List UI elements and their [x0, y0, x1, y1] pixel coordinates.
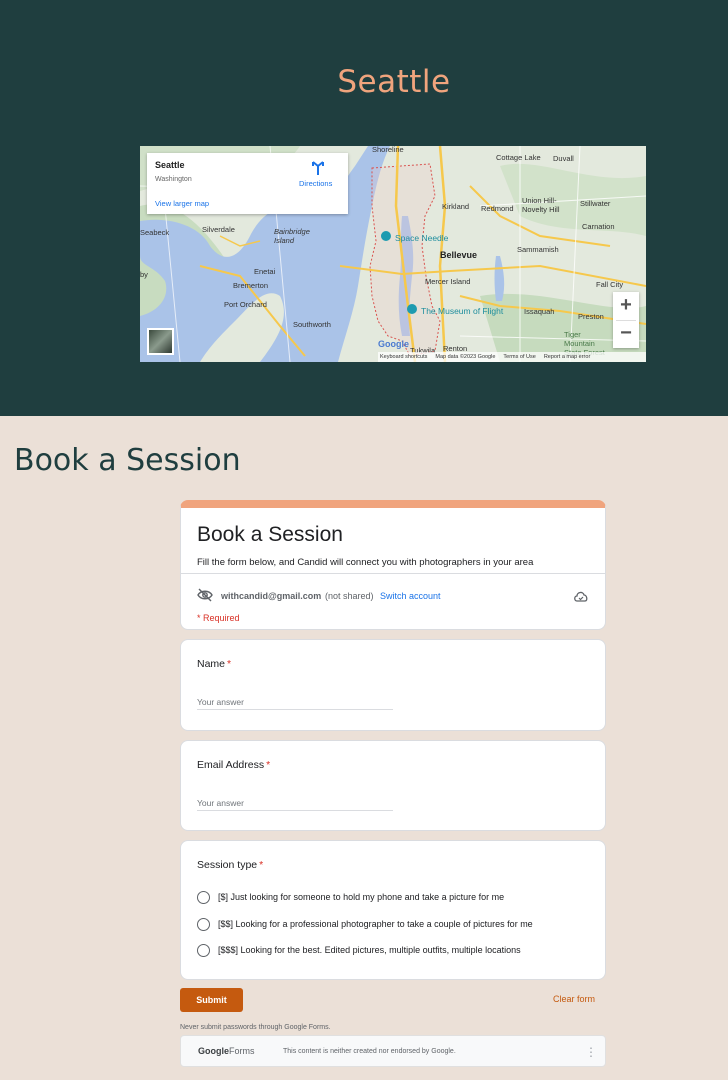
required-note: * Required [197, 613, 240, 623]
city-title: Seattle [337, 64, 451, 100]
map-data-text: Map data ©2023 Google [435, 354, 496, 360]
question-title: Email Address * [197, 759, 270, 771]
map-label: Bellevue [440, 250, 478, 260]
question-card-session-type: Session type * [$] Just looking for someo… [180, 840, 606, 980]
map-label: Duvall [553, 154, 574, 163]
not-shared-text: (not shared) [325, 591, 374, 601]
map-label: Mercer Island [425, 277, 471, 286]
question-label: Session type [197, 859, 258, 871]
map-label: Stillwater [580, 199, 611, 208]
cloud-saved-icon [574, 591, 588, 602]
clear-form-button[interactable]: Clear form [553, 994, 595, 1004]
form-header-card: Book a Session Fill the form below, and … [180, 500, 606, 630]
divider [181, 573, 605, 574]
map-footer: Keyboard shortcuts Map data ©2023 Google… [378, 352, 646, 362]
eye-off-icon [197, 588, 213, 602]
map-label: by [140, 270, 148, 279]
email-input[interactable] [197, 795, 393, 811]
radio-option[interactable]: [$$] Looking for a professional photogra… [197, 917, 533, 931]
map-label: Bremerton [233, 281, 269, 290]
disclaimer-text: This content is neither created nor endo… [283, 1048, 456, 1055]
more-options-icon[interactable]: ⋮ [585, 1044, 597, 1060]
directions-link[interactable]: Directions [299, 179, 332, 188]
question-label: Email Address [197, 759, 265, 771]
section-heading: Book a Session [14, 443, 241, 478]
map-label: Seabeck [140, 228, 170, 237]
report-error-link[interactable]: Report a map error [544, 354, 590, 360]
view-larger-map-link[interactable]: View larger map [155, 199, 209, 208]
map-label: Preston [578, 312, 604, 321]
map-label: Cottage Lake [496, 153, 541, 162]
google-logo: Google [378, 339, 409, 349]
hero-section: Seattle Shoreline Cottage Lake Duvall Ki… [0, 0, 728, 416]
directions-icon[interactable] [310, 160, 326, 176]
map-label: Port Orchard [224, 300, 267, 309]
radio-option-label[interactable]: [$] Just looking for someone to hold my … [218, 892, 504, 902]
question-label: Name [197, 658, 226, 670]
required-star: * [227, 658, 232, 670]
radio-button[interactable] [197, 943, 210, 957]
account-row: withcandid@gmail.com (not shared) Switch… [197, 588, 589, 603]
map-place-card: Seattle Washington View larger map Direc… [147, 153, 348, 214]
google-forms-logo[interactable]: GoogleForms [198, 1046, 255, 1056]
name-input[interactable] [197, 694, 393, 710]
map-label: Union Hill-Novelty Hill [522, 196, 560, 214]
radio-button[interactable] [197, 890, 210, 904]
map-label: Carnation [582, 222, 615, 231]
map-label: Silverdale [202, 225, 235, 234]
map-label: Issaquah [524, 307, 555, 316]
forms-footer: GoogleForms This content is neither crea… [180, 1035, 606, 1067]
map-label: Southworth [293, 320, 331, 329]
form-description: Fill the form below, and Candid will con… [197, 557, 534, 568]
question-title: Name * [197, 658, 231, 670]
map-poi-label[interactable]: The Museum of Flight [421, 306, 503, 316]
map-label: Kirkland [442, 202, 470, 211]
question-card-email: Email Address * [180, 740, 606, 831]
map-label: Fall City [596, 280, 624, 289]
password-warning: Never submit passwords through Google Fo… [180, 1024, 331, 1031]
zoom-out-button[interactable]: − [613, 320, 639, 348]
place-region: Washington [155, 176, 192, 183]
radio-option[interactable]: [$] Just looking for someone to hold my … [197, 890, 504, 904]
logo-google-text: Google [198, 1046, 229, 1056]
submit-button[interactable]: Submit [180, 988, 243, 1012]
keyboard-shortcuts-link[interactable]: Keyboard shortcuts [380, 354, 427, 360]
map-label: Enetai [254, 267, 276, 276]
question-card-name: Name * [180, 639, 606, 731]
map-label: Redmond [481, 204, 514, 213]
account-email: withcandid@gmail.com [221, 591, 322, 601]
satellite-toggle[interactable] [147, 328, 174, 355]
radio-option[interactable]: [$$$] Looking for the best. Edited pictu… [197, 943, 521, 957]
radio-option-label[interactable]: [$$] Looking for a professional photogra… [218, 919, 533, 929]
question-title: Session type * [197, 859, 263, 871]
zoom-in-button[interactable]: + [613, 292, 639, 320]
map-poi-label[interactable]: Space Needle [395, 233, 448, 243]
map-label: Bainbridge Island [274, 227, 310, 245]
radio-button[interactable] [197, 917, 210, 931]
map-zoom-controls: + − [613, 292, 639, 348]
google-map-embed[interactable]: Shoreline Cottage Lake Duvall Kirkland R… [140, 146, 646, 362]
switch-account-link[interactable]: Switch account [380, 591, 441, 601]
radio-option-label[interactable]: [$$$] Looking for the best. Edited pictu… [218, 945, 521, 955]
map-label: Shoreline [372, 146, 404, 154]
logo-forms-text: Forms [229, 1046, 255, 1056]
terms-link[interactable]: Terms of Use [503, 354, 535, 360]
required-star: * [266, 759, 271, 771]
required-star: * [259, 859, 264, 871]
map-label: Sammamish [517, 245, 559, 254]
place-name: Seattle [155, 160, 185, 170]
zoom-divider [616, 320, 636, 321]
form-title: Book a Session [197, 523, 343, 546]
